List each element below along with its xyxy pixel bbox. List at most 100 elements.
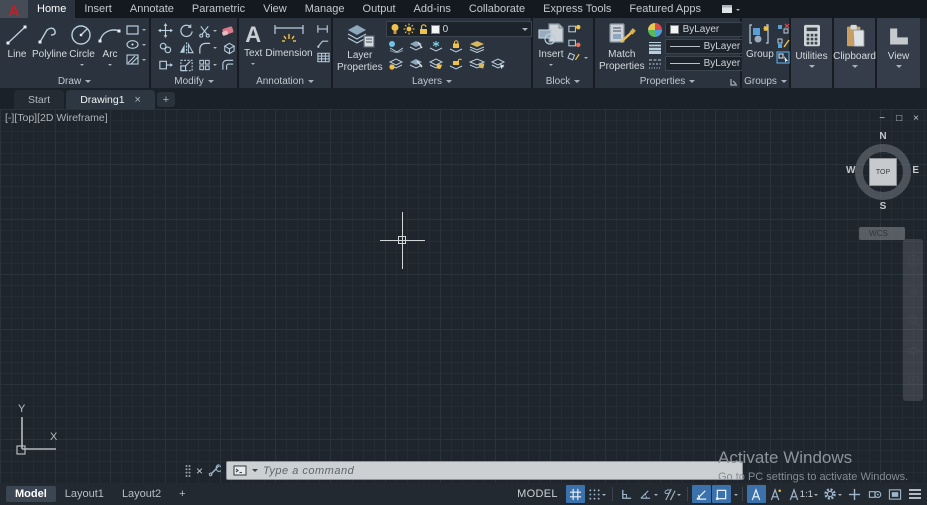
customize-wrench-icon[interactable] (208, 464, 222, 477)
rotate-tool[interactable] (179, 23, 194, 38)
tab-insert[interactable]: Insert (75, 0, 121, 18)
text-tool[interactable]: A Text (244, 18, 262, 67)
isolate-objects-button[interactable] (865, 485, 884, 503)
clean-screen-button[interactable] (885, 485, 904, 503)
move-tool[interactable] (158, 23, 173, 38)
zoom-extents-button[interactable] (907, 314, 920, 327)
panel-footer-block[interactable]: Block (533, 75, 593, 88)
ribbon-collapse-button[interactable] (716, 0, 745, 18)
chevron-down-icon[interactable] (838, 493, 842, 498)
layer-properties-tool[interactable]: Layer Properties (337, 18, 383, 73)
grid-display-toggle[interactable] (565, 485, 585, 503)
stretch-tool[interactable] (158, 58, 173, 72)
panel-utilities[interactable]: Utilities (791, 18, 834, 88)
chevron-down-icon[interactable] (653, 493, 658, 498)
isometric-drafting-toggle[interactable] (661, 485, 683, 503)
layer-walk-tool[interactable] (490, 57, 506, 70)
line-tool[interactable]: Line (4, 18, 30, 68)
file-tab-drawing1[interactable]: Drawing1 × (66, 90, 155, 109)
edit-attributes-tool[interactable] (567, 51, 588, 63)
offset-tool[interactable] (221, 58, 236, 72)
ungroup-tool[interactable] (776, 23, 790, 35)
panel-view[interactable]: View (877, 18, 920, 88)
layer-freeze-tool[interactable] (428, 40, 444, 53)
chevron-down-icon[interactable] (252, 469, 259, 475)
chevron-down-icon[interactable] (814, 493, 818, 498)
workspace-switching-control[interactable] (821, 485, 844, 503)
circle-tool[interactable]: Circle (69, 18, 95, 68)
arc-tool[interactable]: Arc (97, 18, 123, 68)
annotation-monitor-button[interactable] (845, 485, 864, 503)
linetype-icon[interactable] (648, 57, 662, 71)
orbit-button[interactable] (906, 344, 920, 357)
copy-tool[interactable] (158, 41, 173, 55)
insert-tool[interactable]: Insert (537, 18, 565, 68)
array-tool[interactable] (198, 58, 217, 72)
layer-make-current-tool[interactable] (468, 40, 486, 53)
group-tool[interactable]: Group (746, 18, 774, 64)
minimize-icon[interactable]: − (879, 113, 885, 124)
panel-footer-groups[interactable]: Groups (742, 75, 789, 88)
command-input[interactable]: Type a command (226, 461, 744, 480)
color-wheel-icon[interactable] (647, 22, 662, 37)
drawing-canvas[interactable]: [-][Top][2D Wireframe] − □ × N W E S TOP… (0, 109, 927, 483)
annotation-visibility-toggle[interactable] (746, 485, 766, 503)
trim-tool[interactable] (198, 24, 217, 38)
lineweight-icon[interactable] (648, 40, 662, 54)
tab-view[interactable]: View (254, 0, 296, 18)
viewcube-top-face[interactable]: TOP (869, 158, 897, 186)
close-icon[interactable]: × (913, 113, 919, 124)
tab-featured-apps[interactable]: Featured Apps (620, 0, 710, 18)
viewcube-south[interactable]: S (845, 201, 921, 212)
layer-off-tool[interactable] (388, 40, 404, 53)
erase-tool[interactable] (221, 24, 236, 38)
tab-collaborate[interactable]: Collaborate (460, 0, 534, 18)
rectangle-tool[interactable] (125, 23, 147, 36)
tab-home[interactable]: Home (28, 0, 76, 18)
ortho-mode-toggle[interactable] (617, 485, 636, 503)
file-tab-start[interactable]: Start (14, 90, 65, 109)
layout2-tab[interactable]: Layout2 (113, 486, 170, 502)
command-grip-icon[interactable] (185, 464, 191, 478)
hatch-tool[interactable] (125, 53, 147, 66)
wcs-menu[interactable]: WCS (859, 227, 905, 240)
group-selection-toggle[interactable] (776, 51, 790, 64)
layer-match-tool[interactable] (468, 57, 486, 70)
create-block-tool[interactable] (567, 23, 588, 35)
viewcube-east[interactable]: E (912, 165, 919, 176)
snap-mode-toggle[interactable] (586, 485, 608, 503)
panel-footer-draw[interactable]: Draw (0, 75, 149, 88)
tab-add-ins[interactable]: Add-ins (405, 0, 460, 18)
panel-footer-properties[interactable]: Properties (595, 75, 740, 88)
model-tab[interactable]: Model (6, 486, 56, 502)
ellipse-tool[interactable] (125, 38, 147, 51)
restore-icon[interactable]: □ (896, 113, 902, 124)
pan-button[interactable] (907, 284, 920, 297)
polyline-tool[interactable]: Polyline (32, 18, 67, 68)
layer-lock-tool[interactable] (448, 39, 464, 53)
annotation-autoscale-toggle[interactable] (767, 485, 786, 503)
close-icon[interactable]: × (196, 464, 203, 478)
layer-dropdown[interactable]: 0 (385, 21, 532, 37)
close-icon[interactable]: × (135, 94, 141, 106)
tab-parametric[interactable]: Parametric (183, 0, 254, 18)
tab-express-tools[interactable]: Express Tools (534, 0, 620, 18)
chevron-down-icon[interactable] (601, 493, 606, 498)
viewcube-north[interactable]: N (845, 131, 921, 142)
chevron-down-icon[interactable] (676, 493, 681, 498)
layer-isolate-tool[interactable] (408, 40, 424, 53)
showmotion-button[interactable] (907, 374, 920, 387)
layout1-tab[interactable]: Layout1 (56, 486, 113, 502)
explode-tool[interactable] (221, 41, 236, 55)
viewcube[interactable]: N W E S TOP WCS (845, 131, 921, 247)
annotation-scale-control[interactable]: 1:1 (787, 485, 820, 503)
panel-footer-layers[interactable]: Layers (333, 75, 531, 88)
object-snap-toggle[interactable] (711, 485, 731, 503)
layer-unisolate-tool[interactable] (408, 57, 424, 70)
app-logo[interactable]: A (0, 0, 28, 18)
layer-thaw-tool[interactable] (428, 57, 444, 70)
customization-button[interactable] (905, 485, 924, 503)
viewport-controls-label[interactable]: [-][Top][2D Wireframe] (5, 112, 108, 124)
layer-on-tool[interactable] (388, 57, 404, 70)
chevron-down-icon[interactable] (733, 493, 738, 498)
